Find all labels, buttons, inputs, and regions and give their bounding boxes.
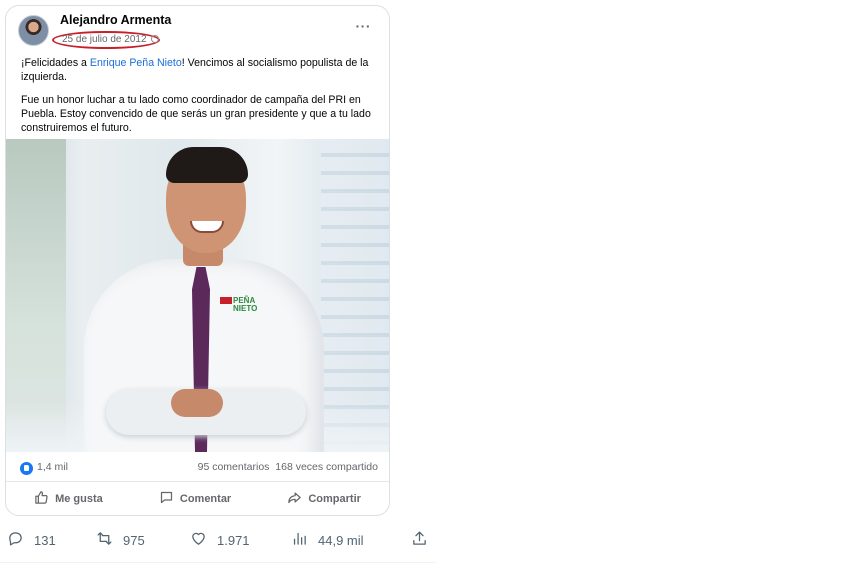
share-tweet-button[interactable] bbox=[411, 530, 428, 550]
comment-icon bbox=[159, 490, 174, 508]
shirt-logo: PEÑA NIETO bbox=[220, 297, 268, 315]
views-count: 44,9 mil bbox=[318, 532, 364, 548]
tweet-divider bbox=[0, 562, 436, 563]
pri-logo-box bbox=[220, 297, 232, 304]
like-button-label: Me gusta bbox=[55, 493, 103, 505]
person-hand bbox=[171, 389, 223, 417]
share-icon bbox=[411, 530, 428, 550]
share-button-label: Compartir bbox=[308, 493, 361, 505]
reply-count: 131 bbox=[34, 532, 56, 548]
post-date-text: 25 de julio de 2012 bbox=[62, 34, 147, 45]
author-name[interactable]: Alejandro Armenta bbox=[60, 13, 171, 27]
post-date-highlighted[interactable]: 25 de julio de 2012 bbox=[52, 31, 160, 49]
post-photo[interactable]: PEÑA NIETO bbox=[6, 139, 389, 452]
comment-button-label: Comentar bbox=[179, 493, 232, 505]
retweet-button[interactable]: 975 bbox=[96, 530, 145, 550]
post-text-intro: ¡Felicidades a bbox=[21, 57, 90, 69]
post-actions: Me gusta Comentar Compartir bbox=[6, 482, 389, 515]
thumbs-up-icon bbox=[34, 490, 49, 508]
shirt-logo-text-2: NIETO bbox=[233, 304, 258, 313]
person-hair bbox=[166, 147, 248, 183]
mention-link[interactable]: Enrique Peña Nieto bbox=[90, 57, 182, 69]
post-stats: 1,4 mil 95 comentarios 168 veces compart… bbox=[6, 452, 389, 482]
views-icon bbox=[291, 530, 308, 550]
facebook-post-card: Alejandro Armenta 25 de julio de 2012 ··… bbox=[5, 5, 390, 516]
heart-icon bbox=[190, 530, 207, 550]
retweet-icon bbox=[96, 530, 113, 550]
post-text: ¡Felicidades a Enrique Peña Nieto! Venci… bbox=[21, 56, 381, 144]
reply-button[interactable]: 131 bbox=[7, 530, 56, 550]
retweet-count: 975 bbox=[123, 532, 145, 548]
post-paragraph-2: Fue un honor luchar a tu lado como coord… bbox=[21, 94, 371, 134]
share-button[interactable]: Compartir bbox=[287, 490, 361, 508]
more-options-icon[interactable]: ··· bbox=[356, 18, 372, 34]
like-reaction-icon bbox=[20, 462, 33, 475]
tweet-action-bar: 131 975 1.971 44,9 mil bbox=[0, 526, 436, 554]
shares-count[interactable]: 168 veces compartido bbox=[275, 461, 378, 473]
author-avatar[interactable] bbox=[18, 15, 49, 46]
globe-icon bbox=[151, 35, 160, 43]
post-header: Alejandro Armenta 25 de julio de 2012 ··… bbox=[6, 6, 389, 54]
reaction-count[interactable]: 1,4 mil bbox=[37, 461, 68, 473]
like-count: 1.971 bbox=[217, 532, 250, 548]
like-tweet-button[interactable]: 1.971 bbox=[190, 530, 250, 550]
reply-icon bbox=[7, 530, 24, 550]
comments-count[interactable]: 95 comentarios bbox=[198, 461, 270, 473]
comment-button[interactable]: Comentar bbox=[159, 490, 231, 508]
comments-shares: 95 comentarios 168 veces compartido bbox=[198, 461, 378, 473]
shirt-logo-line-2: NIETO bbox=[220, 305, 268, 313]
share-arrow-icon bbox=[287, 490, 302, 508]
views-button[interactable]: 44,9 mil bbox=[291, 530, 364, 550]
like-button[interactable]: Me gusta bbox=[34, 490, 103, 508]
post-paragraph-1: ¡Felicidades a Enrique Peña Nieto! Venci… bbox=[21, 56, 381, 84]
